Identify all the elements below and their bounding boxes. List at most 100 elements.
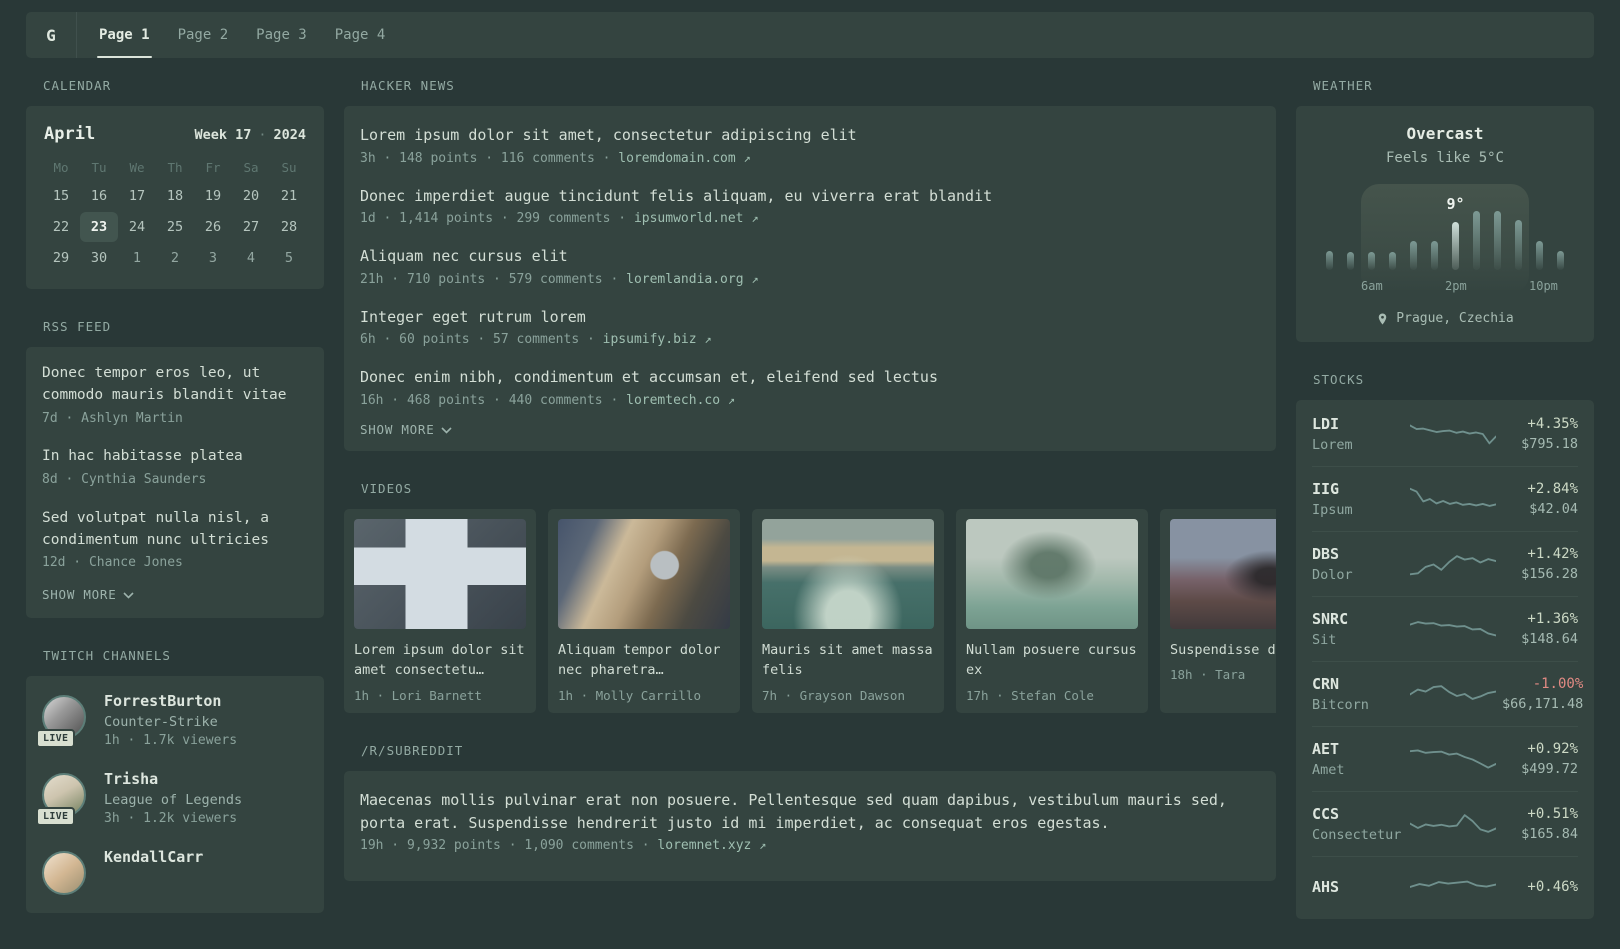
stock-row[interactable]: LDI Lorem +4.35% $795.18	[1312, 402, 1578, 466]
video-card[interactable]: Mauris sit amet massa felis 7h · Grayson…	[752, 508, 944, 714]
news-item-title[interactable]: Integer eget rutrum lorem	[360, 306, 1260, 329]
video-thumbnail[interactable]	[762, 518, 934, 629]
rss-item-title[interactable]: Sed volutpat nulla nisl, a condimentum n…	[42, 508, 308, 552]
weather-bar	[1368, 252, 1375, 270]
rss-show-more-button[interactable]: SHOW MORE	[42, 587, 308, 602]
weather-bar-slot	[1403, 241, 1424, 270]
tab-page-3[interactable]: Page 3	[242, 12, 321, 58]
news-item-title[interactable]: Maecenas mollis pulvinar erat non posuer…	[360, 789, 1260, 834]
news-item-domain-link[interactable]: loremdomain.com ↗	[618, 151, 750, 166]
news-item-domain-link[interactable]: loremtech.co ↗	[626, 393, 735, 408]
news-item: Donec imperdiet augue tincidunt felis al…	[360, 185, 1260, 227]
stock-row[interactable]: AET Amet +0.92% $499.72	[1312, 726, 1578, 791]
twitch-channel[interactable]: LIVE ForrestBurton Counter-Strike 1h · 1…	[36, 692, 308, 749]
video-title[interactable]: Nullam posuere cursus ex	[966, 640, 1138, 682]
news-item-domain-link[interactable]: ipsumify.biz ↗	[603, 332, 712, 347]
video-title[interactable]: Mauris sit amet massa felis	[762, 640, 934, 682]
video-title[interactable]: Aliquam tempor dolor nec pharetra…	[558, 640, 730, 682]
stock-row[interactable]: SNRC Sit +1.36% $148.64	[1312, 596, 1578, 661]
calendar-day: 2	[170, 250, 180, 266]
video-meta: 1h · Lori Barnett	[354, 688, 482, 704]
hn-list: Lorem ipsum dolor sit amet, consectetur …	[360, 124, 1260, 408]
rss-item-meta: 8d · Cynthia Saunders	[42, 472, 207, 488]
stock-name: Sit	[1312, 632, 1337, 648]
video-thumbnail[interactable]	[1170, 518, 1276, 629]
stock-row[interactable]: IIG Ipsum +2.84% $42.04	[1312, 466, 1578, 531]
app-logo[interactable]: G	[26, 12, 77, 58]
stock-values: +4.35% $795.18	[1502, 416, 1578, 452]
stock-symbol: LDI	[1312, 415, 1340, 433]
stock-change: -1.00%	[1532, 676, 1584, 692]
left-column: CALENDAR April Week 17 · 2024 Mo Tu We Th Fr Sa…	[26, 78, 324, 949]
stock-row[interactable]: CRN Bitcorn -1.00% $66,171.48	[1312, 661, 1583, 726]
weather-bar	[1515, 220, 1522, 270]
twitch-channel[interactable]: LIVE Trisha League of Legends 3h · 1.2k …	[36, 770, 308, 827]
channel-name[interactable]: ForrestBurton	[104, 692, 237, 710]
tab-page-1[interactable]: Page 1	[85, 12, 164, 58]
news-item-title[interactable]: Aliquam nec cursus elit	[360, 245, 1260, 268]
news-item-title[interactable]: Donec imperdiet augue tincidunt felis al…	[360, 185, 1260, 208]
stock-row[interactable]: AHS +0.46%	[1312, 856, 1578, 917]
stock-change: +0.46%	[1527, 879, 1578, 895]
right-column: WEATHER Overcast Feels like 5°C 9° 10pm …	[1296, 78, 1594, 949]
video-thumbnail[interactable]	[558, 518, 730, 629]
stocks-widget: STOCKS LDI Lorem +4.35% $795.18 IIG Ipsu…	[1296, 372, 1594, 919]
videos-row: Lorem ipsum dolor sit amet consectetu… 1…	[344, 508, 1276, 714]
news-item-domain-link[interactable]: loremnet.xyz ↗	[657, 838, 766, 853]
weather-bar-slot	[1487, 211, 1508, 270]
rss-item: Donec tempor eros leo, ut commodo mauris…	[42, 363, 308, 428]
channel-name[interactable]: KendallCarr	[104, 848, 203, 866]
tab-page-2[interactable]: Page 2	[164, 12, 243, 58]
stock-row[interactable]: DBS Dolor +1.42% $156.28	[1312, 531, 1578, 596]
stock-change: +1.36%	[1527, 611, 1578, 627]
twitch-channel[interactable]: KendallCarr	[42, 848, 308, 897]
stock-name: Bitcorn	[1312, 697, 1369, 713]
weather-bar	[1473, 211, 1480, 270]
weekday-label: We	[129, 160, 145, 175]
news-item-title[interactable]: Lorem ipsum dolor sit amet, consectetur …	[360, 124, 1260, 147]
channel-name[interactable]: Trisha	[104, 770, 242, 788]
stock-change: +1.42%	[1527, 546, 1578, 562]
video-thumbnail[interactable]	[966, 518, 1138, 629]
video-meta: 7h · Grayson Dawson	[762, 688, 905, 704]
video-card[interactable]: Aliquam tempor dolor nec pharetra… 1h · …	[548, 508, 740, 714]
external-link-icon: ↗	[759, 838, 767, 853]
weather-location-row: Prague, Czechia	[1312, 311, 1578, 326]
stock-price: $499.72	[1521, 761, 1578, 777]
external-link-icon: ↗	[704, 332, 712, 346]
video-card[interactable]: Suspendisse diam 18h · Tara	[1160, 508, 1276, 714]
stock-values: +1.36% $148.64	[1502, 611, 1578, 647]
channel-avatar-wrap: LIVE	[36, 695, 88, 749]
weather-current-temp: 9°	[1446, 195, 1465, 213]
stock-row[interactable]: CCS Consectetur +0.51% $165.84	[1312, 791, 1578, 856]
video-card[interactable]: Lorem ipsum dolor sit amet consectetu… 1…	[344, 508, 536, 714]
news-item-title[interactable]: Donec enim nibh, condimentum et accumsan…	[360, 366, 1260, 389]
rss-item-title[interactable]: Donec tempor eros leo, ut commodo mauris…	[42, 363, 308, 407]
tab-page-4[interactable]: Page 4	[321, 12, 400, 58]
stock-sparkline	[1410, 880, 1496, 888]
video-card[interactable]: Nullam posuere cursus ex 17h · Stefan Co…	[956, 508, 1148, 714]
twitch-widget: TWITCH CHANNELS LIVE ForrestBurton Count…	[26, 648, 324, 914]
stocks-list: LDI Lorem +4.35% $795.18 IIG Ipsum +2.84…	[1312, 402, 1583, 917]
stocks-card: LDI Lorem +4.35% $795.18 IIG Ipsum +2.84…	[1296, 400, 1594, 919]
news-item-domain-link[interactable]: loremlandia.org ↗	[626, 272, 758, 287]
stock-change: +2.84%	[1527, 481, 1578, 497]
calendar-day: 23	[80, 212, 118, 242]
stock-id: CCS Consectetur	[1312, 805, 1404, 843]
stock-price: $156.28	[1521, 566, 1578, 582]
weather-chart: 9° 6am2pm10pm	[1319, 184, 1571, 293]
channel-viewers: 3h · 1.2k viewers	[104, 811, 238, 827]
video-thumbnail[interactable]	[354, 518, 526, 629]
subreddit-section-title: /R/SUBREDDIT	[361, 743, 464, 759]
stock-id: CRN Bitcorn	[1312, 675, 1404, 713]
news-item-domain-link[interactable]: ipsumworld.net ↗	[634, 211, 759, 226]
weather-bar-slot	[1508, 220, 1529, 270]
calendar-day: 21	[280, 188, 298, 204]
stock-symbol: AET	[1312, 740, 1340, 758]
weather-time-label	[1340, 279, 1361, 293]
rss-item-title[interactable]: In hac habitasse platea	[42, 446, 308, 468]
hackernews-show-more-button[interactable]: SHOW MORE	[360, 422, 1260, 437]
video-title[interactable]: Lorem ipsum dolor sit amet consectetu…	[354, 640, 526, 682]
middle-column: HACKER NEWS Lorem ipsum dolor sit amet, …	[344, 78, 1276, 949]
video-title[interactable]: Suspendisse diam	[1170, 640, 1276, 661]
